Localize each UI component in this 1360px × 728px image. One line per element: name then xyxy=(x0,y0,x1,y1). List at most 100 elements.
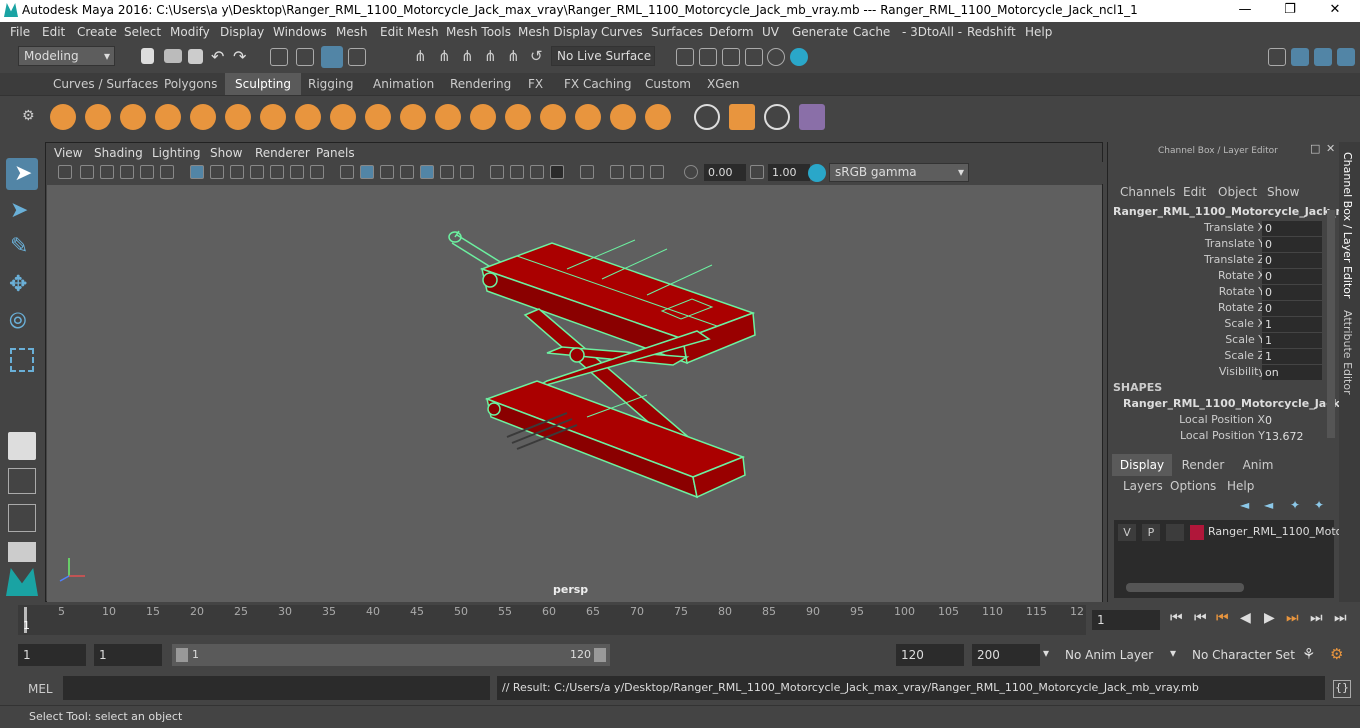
snap-center-icon[interactable]: ↺ xyxy=(530,47,543,65)
step-back-icon[interactable]: ⏮ xyxy=(1194,610,1207,626)
scale-tool-icon[interactable] xyxy=(10,348,34,372)
character-set-selector[interactable]: ▾ No Character Set xyxy=(1170,644,1295,666)
channel-row[interactable]: Rotate X0 xyxy=(1108,269,1338,285)
menu-select[interactable]: Select xyxy=(124,25,161,39)
channel-value[interactable]: 0 xyxy=(1262,269,1322,284)
paint-select-tool-icon[interactable]: ✎ xyxy=(10,234,28,259)
new-layer-selected-icon[interactable]: ✦ xyxy=(1314,498,1324,512)
move-layer-down-icon[interactable]: ◄ xyxy=(1264,498,1273,512)
channel-row[interactable]: Scale Z1 xyxy=(1108,349,1338,365)
range-end-handle[interactable] xyxy=(594,648,606,662)
script-language-label[interactable]: MEL xyxy=(28,682,53,696)
select-by-object-icon[interactable] xyxy=(296,48,314,66)
exposure-field[interactable]: 0.00 xyxy=(704,164,746,181)
foamy-tool-icon[interactable] xyxy=(260,104,286,130)
script-editor-icon[interactable]: {} xyxy=(1333,680,1351,698)
channel-value[interactable]: 0 xyxy=(1262,413,1322,428)
viewport-menu-panels[interactable]: Panels xyxy=(316,146,355,160)
amplify-tool-icon[interactable] xyxy=(610,104,636,130)
snap-curve-icon[interactable]: ⋔ xyxy=(438,47,451,65)
film-gate-icon[interactable] xyxy=(210,165,224,179)
image-plane-icon[interactable] xyxy=(120,165,134,179)
auto-key-icon[interactable]: ⚙ xyxy=(1330,645,1343,663)
flatten-tool-icon[interactable] xyxy=(225,104,251,130)
viewport-menu-show[interactable]: Show xyxy=(210,146,242,160)
go-to-start-icon[interactable]: ⏮ xyxy=(1170,610,1183,626)
four-pane-layout-icon[interactable] xyxy=(8,468,36,494)
field-chart-icon[interactable] xyxy=(270,165,284,179)
channel-menu-edit[interactable]: Edit xyxy=(1183,185,1206,199)
channel-row[interactable]: Scale Y1 xyxy=(1108,333,1338,349)
bulge-tool-icon[interactable] xyxy=(575,104,601,130)
layer-tab-display[interactable]: Display xyxy=(1112,454,1172,476)
shape-channel-row[interactable]: Local Position Y 13.672 xyxy=(1108,429,1338,445)
relax-tool-icon[interactable] xyxy=(120,104,146,130)
live-surface-field[interactable]: No Live Surface xyxy=(551,46,655,66)
pinch-tool-icon[interactable] xyxy=(190,104,216,130)
viewport-menu-view[interactable]: View xyxy=(54,146,82,160)
shelf-tab-sculpting[interactable]: Sculpting xyxy=(225,73,302,95)
safe-title-icon[interactable] xyxy=(310,165,324,179)
save-scene-icon[interactable] xyxy=(188,49,203,64)
channel-value[interactable]: 13.672 xyxy=(1262,429,1322,444)
use-lights-icon[interactable] xyxy=(440,165,454,179)
convert-freeze-icon[interactable] xyxy=(694,104,720,130)
channel-value[interactable]: 1 xyxy=(1262,349,1322,364)
vray-icon[interactable] xyxy=(790,48,808,66)
screen-space-ao-icon[interactable] xyxy=(490,165,504,179)
attribute-editor-toggle-icon[interactable] xyxy=(1291,48,1309,66)
range-slider[interactable]: 1 120 xyxy=(172,644,610,666)
hypershade-icon[interactable] xyxy=(767,48,785,66)
channel-row[interactable]: Translate Z0 xyxy=(1108,253,1338,269)
menu-edit-mesh[interactable]: Edit Mesh xyxy=(380,25,439,39)
shelf-tab-polygons[interactable]: Polygons xyxy=(154,73,227,95)
lock-selection-icon[interactable] xyxy=(348,48,366,66)
attribute-editor-side-tab[interactable]: Attribute Editor xyxy=(1341,310,1354,395)
menu-mesh-tools[interactable]: Mesh Tools xyxy=(446,25,511,39)
default-material-icon[interactable] xyxy=(380,165,394,179)
smear-tool-icon[interactable] xyxy=(540,104,566,130)
viewport-menu-lighting[interactable]: Lighting xyxy=(152,146,201,160)
blend-shape-icon[interactable] xyxy=(799,104,825,130)
sculpt-mesh-icon[interactable] xyxy=(764,104,790,130)
wax-tool-icon[interactable] xyxy=(400,104,426,130)
layer-tab-anim[interactable]: Anim xyxy=(1232,454,1284,476)
backface-icon[interactable] xyxy=(650,165,664,179)
play-backward-icon[interactable]: ◀ xyxy=(1240,610,1251,626)
float-panel-icon[interactable]: □ xyxy=(1310,142,1320,155)
channel-row[interactable]: Rotate Y0 xyxy=(1108,285,1338,301)
maximize-button[interactable]: ❐ xyxy=(1267,0,1313,22)
gamma-field[interactable]: 1.00 xyxy=(768,164,810,181)
exposure-icon[interactable] xyxy=(684,165,698,179)
shelf-tab-xgen[interactable]: XGen xyxy=(697,73,750,95)
menu-help[interactable]: Help xyxy=(1025,25,1052,39)
grease-pencil-icon[interactable] xyxy=(160,165,174,179)
channel-value[interactable]: 0 xyxy=(1262,285,1322,300)
channel-row[interactable]: Translate Y0 xyxy=(1108,237,1338,253)
time-slider[interactable]: 5 10 15 20 25 30 35 40 45 50 55 60 65 70… xyxy=(0,604,1360,636)
close-button[interactable]: ✕ xyxy=(1312,0,1358,22)
isolate-select-icon[interactable] xyxy=(580,165,594,179)
gamma-icon[interactable] xyxy=(750,165,764,179)
channel-row[interactable]: Rotate Z0 xyxy=(1108,301,1338,317)
mesh-display-icon[interactable] xyxy=(729,104,755,130)
move-tool-icon[interactable]: ✥ xyxy=(9,272,27,297)
menu-mesh-display[interactable]: Mesh Display xyxy=(518,25,598,39)
menu-surfaces[interactable]: Surfaces xyxy=(651,25,703,39)
open-scene-icon[interactable] xyxy=(164,49,182,63)
menu-3dtoall[interactable]: - 3DtoAll - xyxy=(902,25,962,39)
two-d-pan-zoom-icon[interactable] xyxy=(140,165,154,179)
channel-value[interactable]: on xyxy=(1262,365,1322,380)
modeling-toolkit-icon[interactable] xyxy=(1268,48,1286,66)
shelf-tab-custom[interactable]: Custom xyxy=(635,73,701,95)
menu-curves[interactable]: Curves xyxy=(601,25,643,39)
smooth-shade-icon[interactable] xyxy=(360,165,374,179)
channel-row[interactable]: Scale X1 xyxy=(1108,317,1338,333)
redo-icon[interactable]: ↷ xyxy=(233,47,246,66)
grid-toggle-icon[interactable] xyxy=(190,165,204,179)
viewport-3d-scene[interactable]: persp xyxy=(47,185,1102,602)
tool-settings-toggle-icon[interactable] xyxy=(1314,48,1332,66)
lasso-tool-icon[interactable]: ➤ xyxy=(10,198,28,223)
shelf-tab-rigging[interactable]: Rigging xyxy=(298,73,363,95)
close-panel-icon[interactable]: ✕ xyxy=(1326,142,1335,155)
